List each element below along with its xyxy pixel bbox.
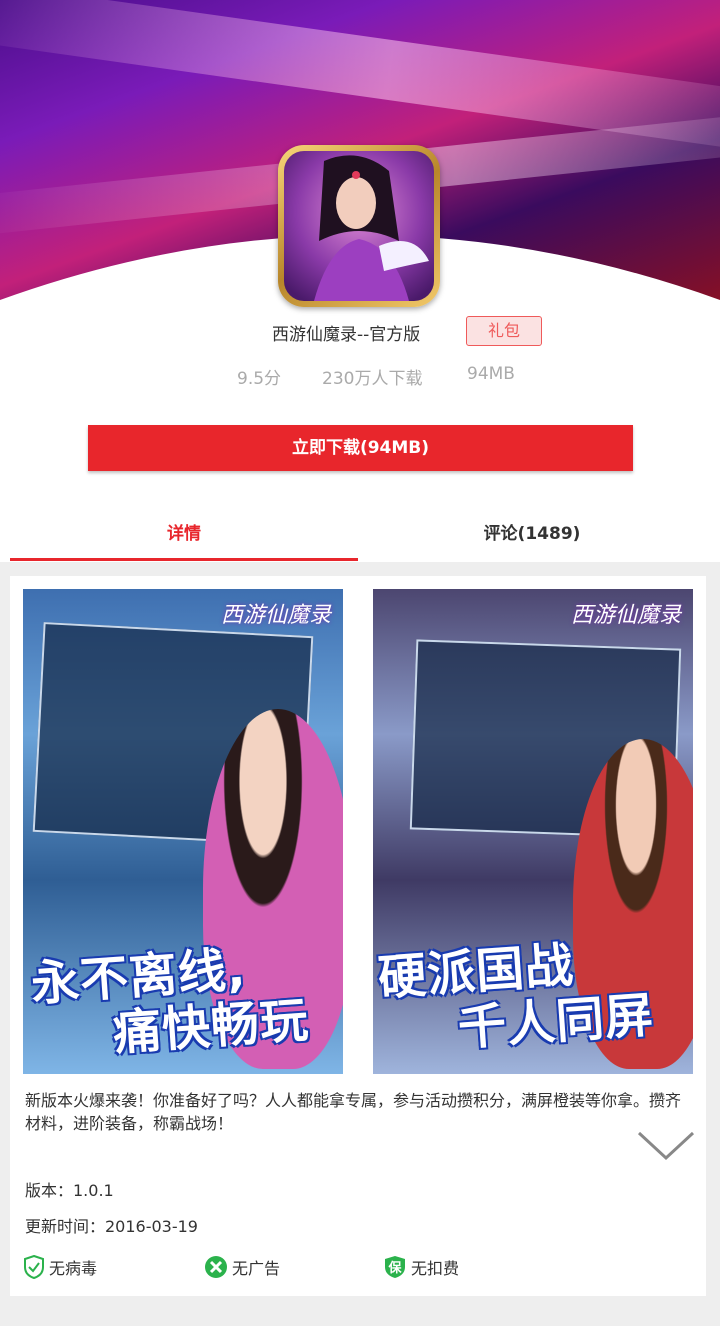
no-ads-icon [205, 1256, 227, 1278]
badge-label: 无扣费 [411, 1259, 460, 1278]
active-tab-indicator [10, 558, 358, 561]
app-version: 版本：1.0.1 [25, 1181, 114, 1200]
app-downloads: 230万人下载 [322, 369, 423, 389]
app-rating: 9.5分 [237, 369, 282, 389]
app-name: 西游仙魔录--官方版 [272, 325, 421, 345]
game-logo: 西游仙魔录 [220, 603, 331, 628]
download-button[interactable]: 立即下载(94MB) [88, 425, 633, 471]
badge-no-ads: 无广告 [204, 1254, 280, 1280]
badge-no-virus: 无病毒 [23, 1254, 97, 1280]
badge-label: 无病毒 [49, 1259, 98, 1278]
tab-comments[interactable]: 评论(1489) [358, 519, 706, 544]
tab-details[interactable]: 详情 [10, 519, 358, 544]
app-icon [278, 145, 440, 307]
app-updated-date: 更新时间：2016-03-19 [25, 1217, 198, 1236]
badge-label: 无广告 [232, 1259, 281, 1278]
guarantee-icon-char: 保 [387, 1260, 402, 1276]
screenshot-1[interactable]: 西游仙魔录 永不离线, 痛快畅玩 [23, 589, 343, 1074]
shield-check-icon [24, 1255, 44, 1279]
guarantee-icon: 保 [385, 1256, 405, 1278]
app-icon-artwork [284, 151, 434, 301]
badge-no-fee: 保 无扣费 [383, 1254, 459, 1280]
chevron-down-icon[interactable] [636, 1130, 696, 1162]
app-detail-page: 西游仙魔录--官方版 礼包 9.5分 230万人下载 94MB 立即下载(94M… [0, 0, 720, 1326]
gift-badge[interactable]: 礼包 [466, 316, 542, 346]
game-logo: 西游仙魔录 [570, 603, 681, 628]
app-description: 新版本火爆来袭！你准备好了吗？人人都能拿专属，参与活动攒积分，满屏橙装等你拿。攒… [25, 1091, 682, 1133]
app-size: 94MB [467, 364, 515, 384]
screenshot-2[interactable]: 西游仙魔录 硬派国战 千人同屏 [373, 589, 693, 1074]
